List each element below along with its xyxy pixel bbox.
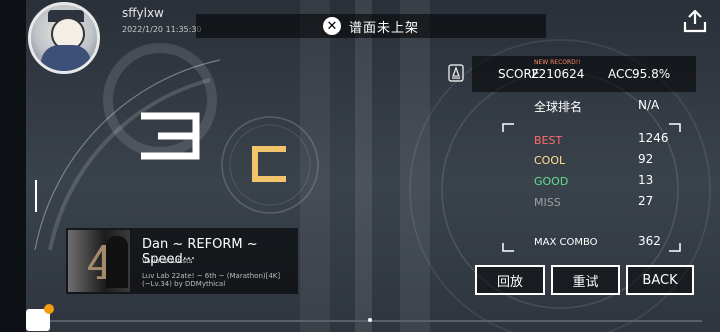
max-combo-value: 362	[638, 234, 661, 248]
avatar-body	[41, 45, 91, 71]
jacket-figure	[106, 236, 128, 288]
global-rank-label: 全球排名	[534, 100, 583, 114]
play-datetime: 2022/1/20 11:35:30	[122, 25, 202, 34]
score-panel: NEW RECORD!! SCORE 2210624 ACC. 95.8%	[472, 56, 696, 92]
judgement-cool-value: 92	[638, 152, 654, 166]
share-upload-icon[interactable]	[682, 8, 708, 34]
judgement-good-label: GOOD	[534, 175, 569, 188]
avatar[interactable]	[28, 2, 100, 74]
song-artist: Various Artists	[142, 257, 193, 265]
judgement-cool-label: COOL	[534, 154, 566, 167]
rank-badge-icon[interactable]	[448, 64, 464, 82]
back-button[interactable]: BACK	[626, 265, 694, 295]
page-indicator-dot	[368, 318, 372, 322]
banner-text: 谱面未上架	[348, 20, 419, 36]
new-record-label: NEW RECORD!!	[534, 59, 581, 66]
left-edge-bar	[0, 0, 26, 332]
username: sffylxw	[122, 6, 164, 20]
song-card: 4 Dan ~ REFORM ~ Speed··· Various Artist…	[66, 228, 298, 294]
score-value: 2210624	[531, 67, 585, 81]
close-circle-icon: ✕	[322, 17, 341, 35]
accuracy-value: 95.8%	[632, 67, 671, 81]
unranked-banner: ✕ 谱面未上架	[196, 14, 546, 38]
judgement-best-value: 1246	[638, 131, 669, 145]
max-combo-label: MAX COMBO	[534, 237, 598, 248]
judgement-miss-label: MISS	[534, 196, 561, 209]
judgement-miss-value: 27	[638, 194, 654, 208]
global-rank-value: N/A	[638, 98, 660, 112]
retry-button[interactable]: 重试	[551, 265, 620, 295]
judgement-good-value: 13	[638, 173, 654, 187]
judgement-best-label: BEST	[534, 134, 563, 147]
replay-button[interactable]: 回放	[475, 265, 545, 295]
song-jacket: 4	[68, 230, 130, 292]
chart-info: Luv Lab 22ate! ~ 6th ~ (Marathon)[4K](~L…	[142, 272, 281, 288]
grade-rank-c	[252, 146, 286, 182]
grade-number-3	[141, 112, 200, 160]
page-indicator-track	[42, 320, 702, 322]
notification-dot	[44, 304, 54, 314]
